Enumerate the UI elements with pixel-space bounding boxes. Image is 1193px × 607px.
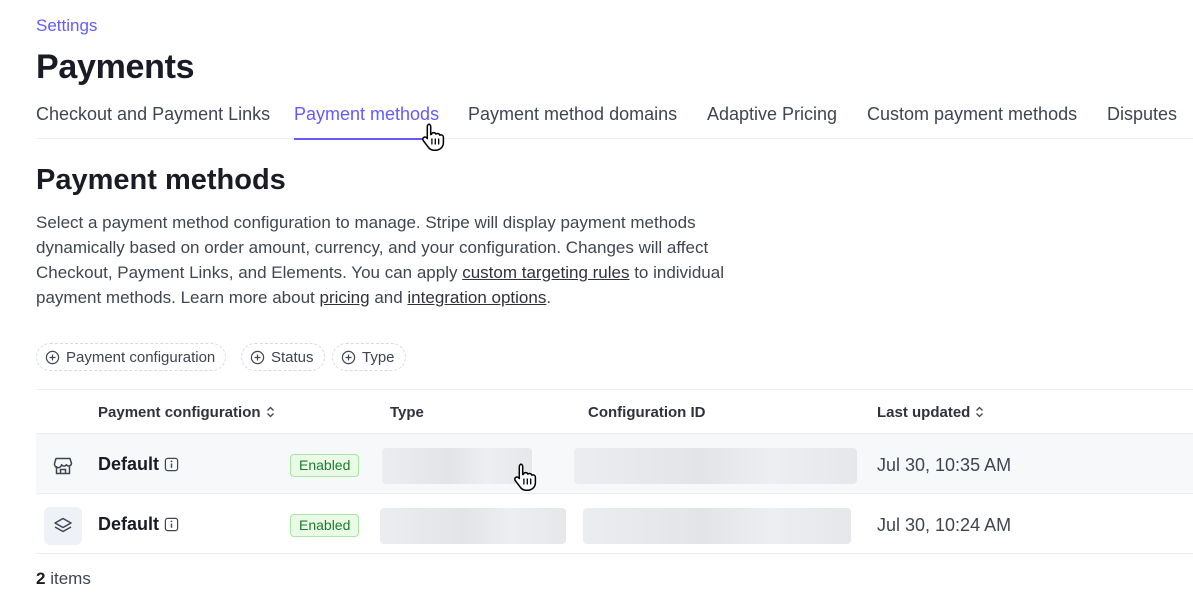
tab-disputes[interactable]: Disputes (1107, 104, 1177, 139)
redacted-configuration-id (574, 448, 857, 484)
integration-options-link[interactable]: integration options (407, 288, 546, 307)
page-title: Payments (36, 48, 195, 86)
column-header-last-updated[interactable]: Last updated (877, 404, 984, 421)
breadcrumb[interactable]: Settings (36, 16, 97, 36)
table-row[interactable]: Default Enabled Jul 30, 10:24 AM (36, 494, 1193, 554)
info-icon[interactable] (164, 517, 179, 532)
custom-targeting-rules-link[interactable]: custom targeting rules (462, 263, 629, 282)
column-header-payment-configuration[interactable]: Payment configuration (98, 404, 275, 421)
table-header: Payment configuration Type Configuration… (36, 389, 1193, 434)
tab-payment-method-domains[interactable]: Payment method domains (468, 104, 677, 139)
table-row[interactable]: Default Enabled Jul 30, 10:35 AM (36, 434, 1193, 494)
configurations-table: Payment configuration Type Configuration… (36, 389, 1193, 554)
tab-checkout-and-payment-links[interactable]: Checkout and Payment Links (36, 104, 270, 139)
sort-icon (266, 406, 274, 418)
pricing-link[interactable]: pricing (320, 288, 370, 307)
plus-circle-icon (250, 350, 265, 364)
item-count: 2 items (36, 569, 91, 588)
last-updated: Jul 30, 10:24 AM (877, 515, 1012, 535)
redacted-type (382, 448, 532, 484)
plus-circle-icon (341, 350, 356, 364)
section-title: Payment methods (36, 164, 286, 196)
filter-status[interactable]: Status (241, 343, 325, 371)
description: Select a payment method configuration to… (36, 213, 724, 307)
sort-icon (976, 406, 984, 418)
storefront-icon (44, 447, 82, 485)
plus-circle-icon (45, 350, 60, 364)
layers-icon (44, 507, 82, 545)
row-name[interactable]: Default (98, 514, 179, 535)
redacted-configuration-id (583, 508, 851, 544)
filter-payment-configuration[interactable]: Payment configuration (36, 343, 227, 371)
status-badge: Enabled (290, 514, 360, 537)
tab-adaptive-pricing[interactable]: Adaptive Pricing (707, 104, 837, 139)
tab-payment-methods[interactable]: Payment methods (294, 104, 440, 140)
info-icon[interactable] (164, 457, 179, 472)
column-header-configuration-id: Configuration ID (588, 404, 706, 421)
redacted-type (380, 508, 566, 544)
row-name[interactable]: Default (98, 454, 179, 475)
tab-custom-payment-methods[interactable]: Custom payment methods (867, 104, 1077, 139)
column-header-type: Type (390, 404, 424, 421)
tab-bar: Checkout and Payment Links Payment metho… (36, 104, 1193, 140)
last-updated: Jul 30, 10:35 AM (877, 455, 1012, 475)
filter-type[interactable]: Type (332, 343, 406, 371)
status-badge: Enabled (290, 454, 360, 477)
